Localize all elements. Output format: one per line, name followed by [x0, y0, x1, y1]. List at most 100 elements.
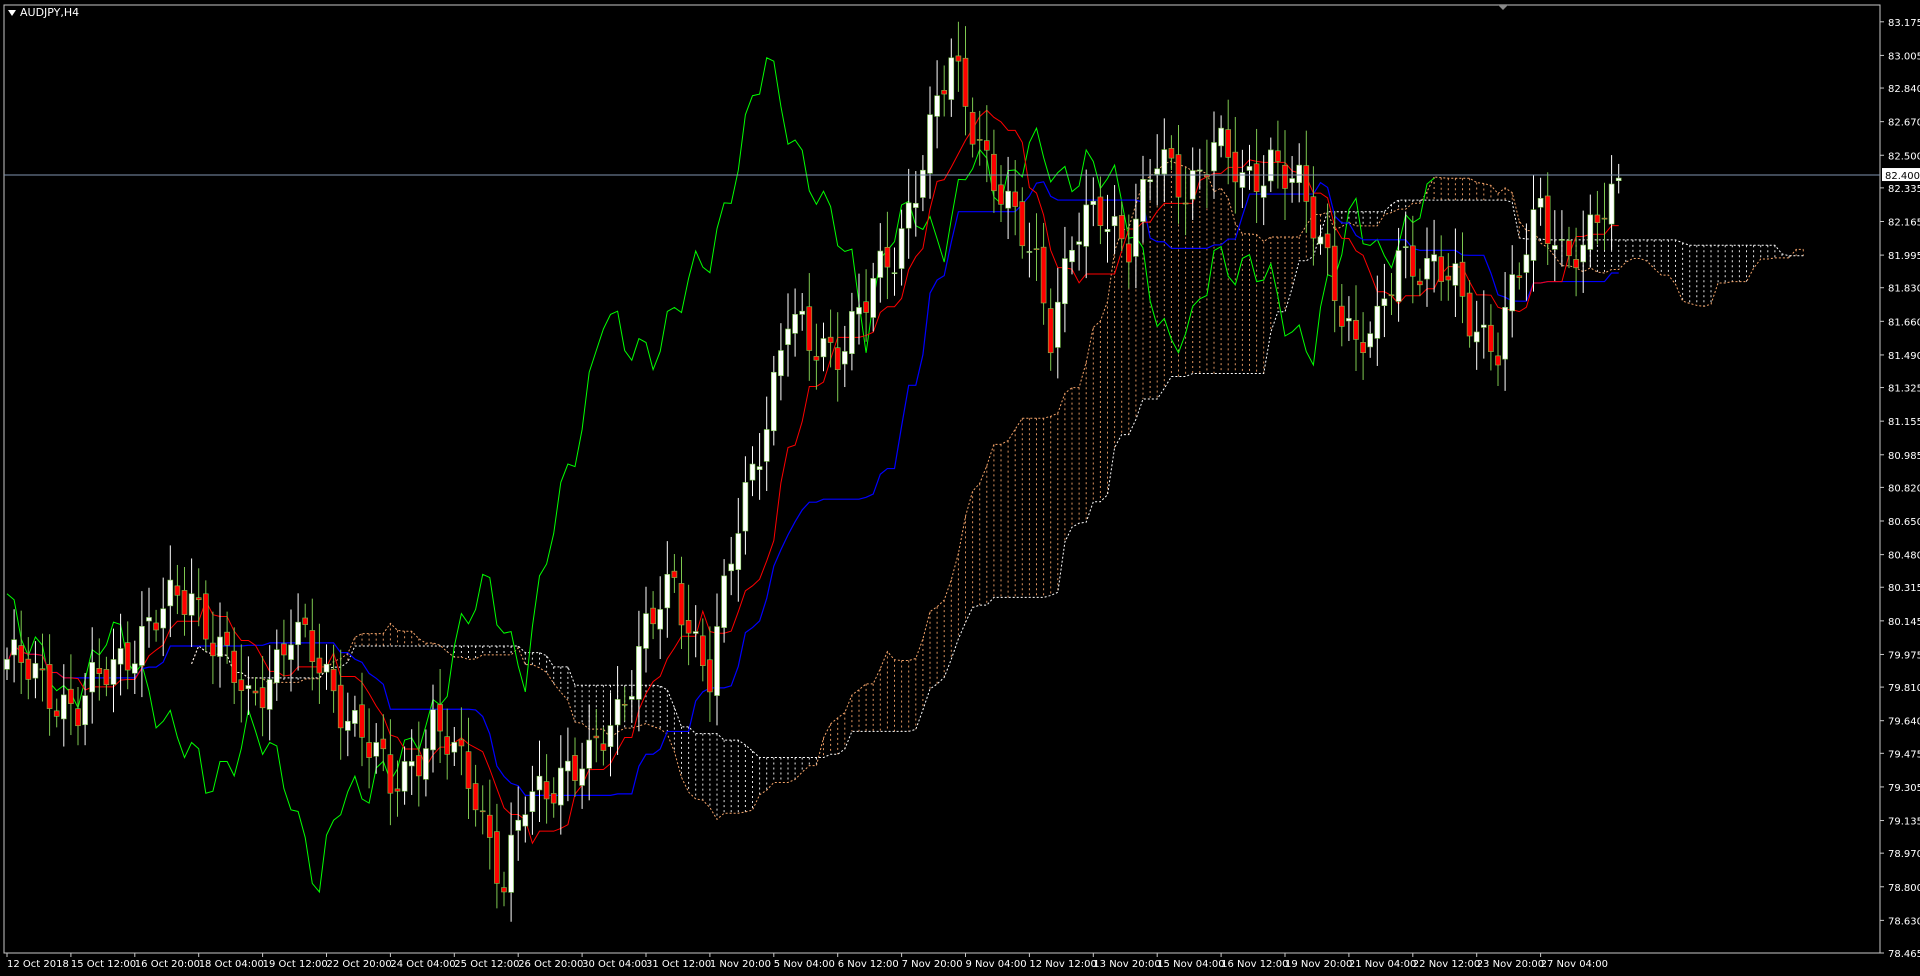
x-tick-label: 16 Nov 12:00 [1221, 959, 1288, 970]
candle [557, 735, 564, 835]
candle-body [1097, 196, 1104, 227]
candle-body [380, 738, 387, 750]
candle [110, 628, 117, 713]
candle-body [139, 626, 145, 666]
candle-body [4, 659, 10, 670]
x-tick-label: 7 Nov 20:00 [902, 959, 963, 970]
candle [96, 638, 103, 701]
candle-body [550, 793, 557, 804]
candle-body [231, 650, 237, 683]
candle-body [18, 645, 25, 663]
candle [884, 211, 891, 300]
candle [394, 760, 401, 817]
candle-body [1154, 168, 1160, 175]
candle [1339, 284, 1345, 347]
candle-body [920, 169, 926, 198]
candle-body [1381, 298, 1388, 306]
y-tick-label: 81.830 [1888, 284, 1920, 295]
candle-body [586, 739, 593, 769]
y-tick-label: 81.660 [1888, 317, 1920, 328]
candle-body [1388, 294, 1395, 297]
candle [1509, 245, 1515, 338]
y-tick-label: 81.995 [1888, 251, 1920, 262]
candle-body [607, 725, 614, 747]
candle [330, 644, 337, 713]
candle [1438, 235, 1444, 301]
y-tick-label: 83.175 [1888, 18, 1920, 29]
candle-body [430, 709, 436, 751]
candle [337, 649, 344, 760]
candle [998, 165, 1004, 223]
candle [1005, 156, 1011, 240]
candles [4, 21, 1622, 922]
candle-body [252, 690, 259, 694]
x-tick-label: 22 Oct 20:00 [327, 959, 392, 970]
candle [969, 97, 976, 158]
candle-body [991, 153, 997, 192]
candle-body [60, 694, 67, 720]
candle-body [1530, 209, 1537, 261]
candle [600, 727, 607, 766]
candle [1615, 163, 1622, 194]
candle-body [834, 347, 841, 370]
candle-body [1360, 342, 1366, 354]
candle [1410, 215, 1416, 304]
candle-body [579, 768, 585, 786]
x-tick-label: 6 Nov 12:00 [838, 959, 899, 970]
candle-body [1580, 244, 1586, 263]
x-tick-label: 31 Oct 12:00 [646, 959, 711, 970]
candle [891, 247, 898, 296]
candle [983, 105, 990, 183]
candle-body [1197, 169, 1203, 172]
x-tick-label: 23 Nov 20:00 [1477, 959, 1544, 970]
candle-body [32, 663, 39, 679]
candle [273, 629, 280, 701]
candle-body [1040, 246, 1047, 304]
candle-body [1168, 148, 1175, 159]
candle [245, 656, 252, 715]
candle-body [1076, 241, 1082, 245]
candle-body [565, 760, 571, 772]
candle-body [1346, 318, 1352, 322]
candle-body [707, 659, 713, 693]
candle-body [1395, 250, 1402, 302]
candle-body [792, 314, 798, 334]
candle [1452, 228, 1459, 317]
candle [1495, 332, 1501, 387]
candle-body [103, 669, 110, 686]
candle [1133, 183, 1139, 289]
candle-body [621, 704, 628, 706]
x-tick-label: 9 Nov 04:00 [966, 959, 1027, 970]
price-chart[interactable]: 83.175 83.005 82.840 82.670 82.500 82.335 82.1… [0, 0, 1920, 976]
candle [1083, 169, 1089, 279]
candle-body [1005, 190, 1011, 209]
candle [941, 65, 948, 117]
candle [1239, 149, 1246, 209]
candle-body [330, 668, 337, 692]
candle-body [714, 626, 720, 696]
candle-body [1324, 233, 1331, 249]
candle-body [877, 250, 884, 278]
candle-body [1062, 258, 1068, 305]
candle [1544, 172, 1551, 266]
candle-body [1452, 263, 1459, 286]
candle [1594, 190, 1601, 245]
chart-window[interactable]: AUDJPY,H4 83.175 83.005 82.840 82.670 82.500… [0, 0, 1920, 976]
candle-body [1232, 151, 1239, 183]
candle [621, 686, 628, 721]
candle [1431, 219, 1437, 293]
candle [664, 541, 671, 638]
candle-body [1317, 236, 1324, 245]
candle-body [501, 887, 507, 893]
candle [423, 729, 429, 797]
candle-body [117, 648, 124, 665]
candle-body [856, 307, 862, 315]
candle-body [1253, 163, 1260, 192]
candle [1147, 158, 1153, 201]
candle-body [1161, 149, 1168, 175]
y-tick-label: 80.650 [1888, 517, 1920, 528]
candle [1253, 128, 1260, 224]
y-tick-label: 79.305 [1888, 783, 1920, 794]
candle [252, 677, 259, 706]
candle [1459, 232, 1466, 324]
